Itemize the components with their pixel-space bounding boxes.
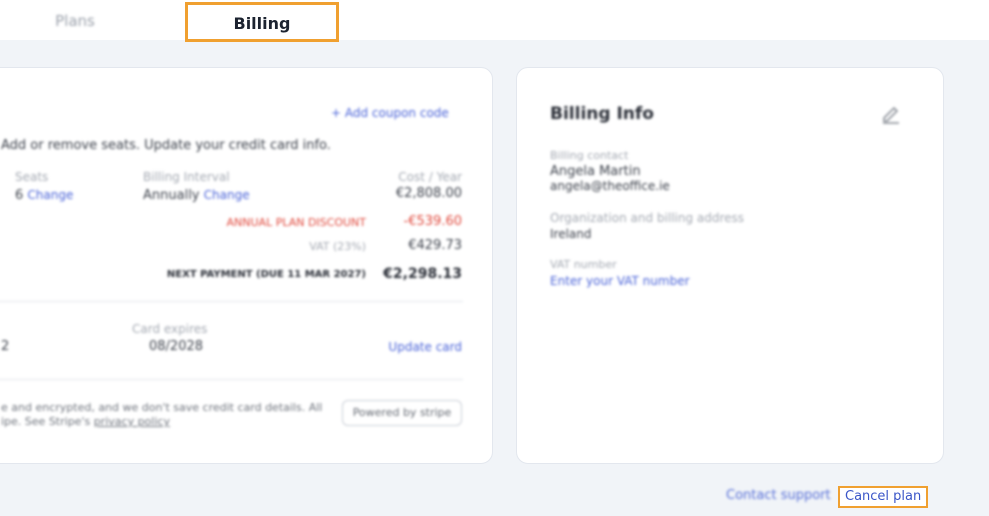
subscription-card: + Add coupon code Add or remove seats. U… <box>0 67 493 464</box>
billing-info-card: Billing Info Billing contact Angela Mart… <box>516 67 944 464</box>
update-card-link[interactable]: Update card <box>388 340 462 354</box>
billing-contact-label: Billing contact <box>550 149 629 162</box>
cancel-plan-link[interactable]: Cancel plan <box>838 486 929 508</box>
next-payment-label: NEXT PAYMENT (DUE 11 MAR 2027) <box>166 269 366 280</box>
discount-label: ANNUAL PLAN DISCOUNT <box>226 216 366 229</box>
powered-by-stripe-badge[interactable]: Powered by stripe <box>342 400 462 426</box>
tab-billing[interactable]: Billing <box>185 2 339 42</box>
billing-contact-name: Angela Martin <box>550 164 641 179</box>
vat-value: €429.73 <box>408 238 462 253</box>
contact-support-link[interactable]: Contact support <box>726 488 831 503</box>
billing-interval-label: Billing Interval <box>143 170 230 184</box>
subscription-description: Add or remove seats. Update your credit … <box>1 138 331 153</box>
enter-vat-number-link[interactable]: Enter your VAT number <box>550 274 690 288</box>
divider-1 <box>0 301 463 302</box>
billing-info-title: Billing Info <box>550 104 654 124</box>
billing-address-value: Ireland <box>550 227 592 241</box>
secure-note-line2: ipe. See Stripe's privacy policy <box>1 415 170 428</box>
edit-icon[interactable] <box>880 104 902 126</box>
seats-value: 6 <box>15 188 24 203</box>
top-tab-bar: Plans Billing <box>0 0 989 42</box>
billing-contact-email: angela@theoffice.ie <box>550 179 670 193</box>
secure-note-line1: e and encrypted, and we don't save credi… <box>1 401 323 414</box>
next-payment-value: €2,298.13 <box>383 266 462 282</box>
seats-value-row: 6 Change <box>15 188 73 203</box>
card-expires-value: 08/2028 <box>149 339 204 354</box>
billing-interval-row: Annually Change <box>143 188 250 203</box>
tab-plans[interactable]: Plans <box>40 0 110 40</box>
divider-2 <box>0 379 463 380</box>
secure-note-text: ipe. See Stripe's <box>1 415 91 428</box>
billing-interval-change-link[interactable]: Change <box>204 188 250 202</box>
seats-change-link[interactable]: Change <box>27 188 73 202</box>
cost-value: €2,808.00 <box>395 186 462 201</box>
add-coupon-link[interactable]: + Add coupon code <box>331 106 449 120</box>
billing-interval-value: Annually <box>143 188 200 203</box>
vat-number-label: VAT number <box>550 258 617 271</box>
privacy-policy-link[interactable]: privacy policy <box>94 415 170 428</box>
cost-label: Cost / Year <box>398 170 462 184</box>
card-number-tail: 2 <box>1 339 10 354</box>
discount-value: -€539.60 <box>403 214 462 229</box>
vat-label: VAT (23%) <box>309 240 366 253</box>
card-expires-label: Card expires <box>132 322 208 336</box>
seats-label: Seats <box>15 170 49 184</box>
billing-address-label: Organization and billing address <box>550 211 745 225</box>
